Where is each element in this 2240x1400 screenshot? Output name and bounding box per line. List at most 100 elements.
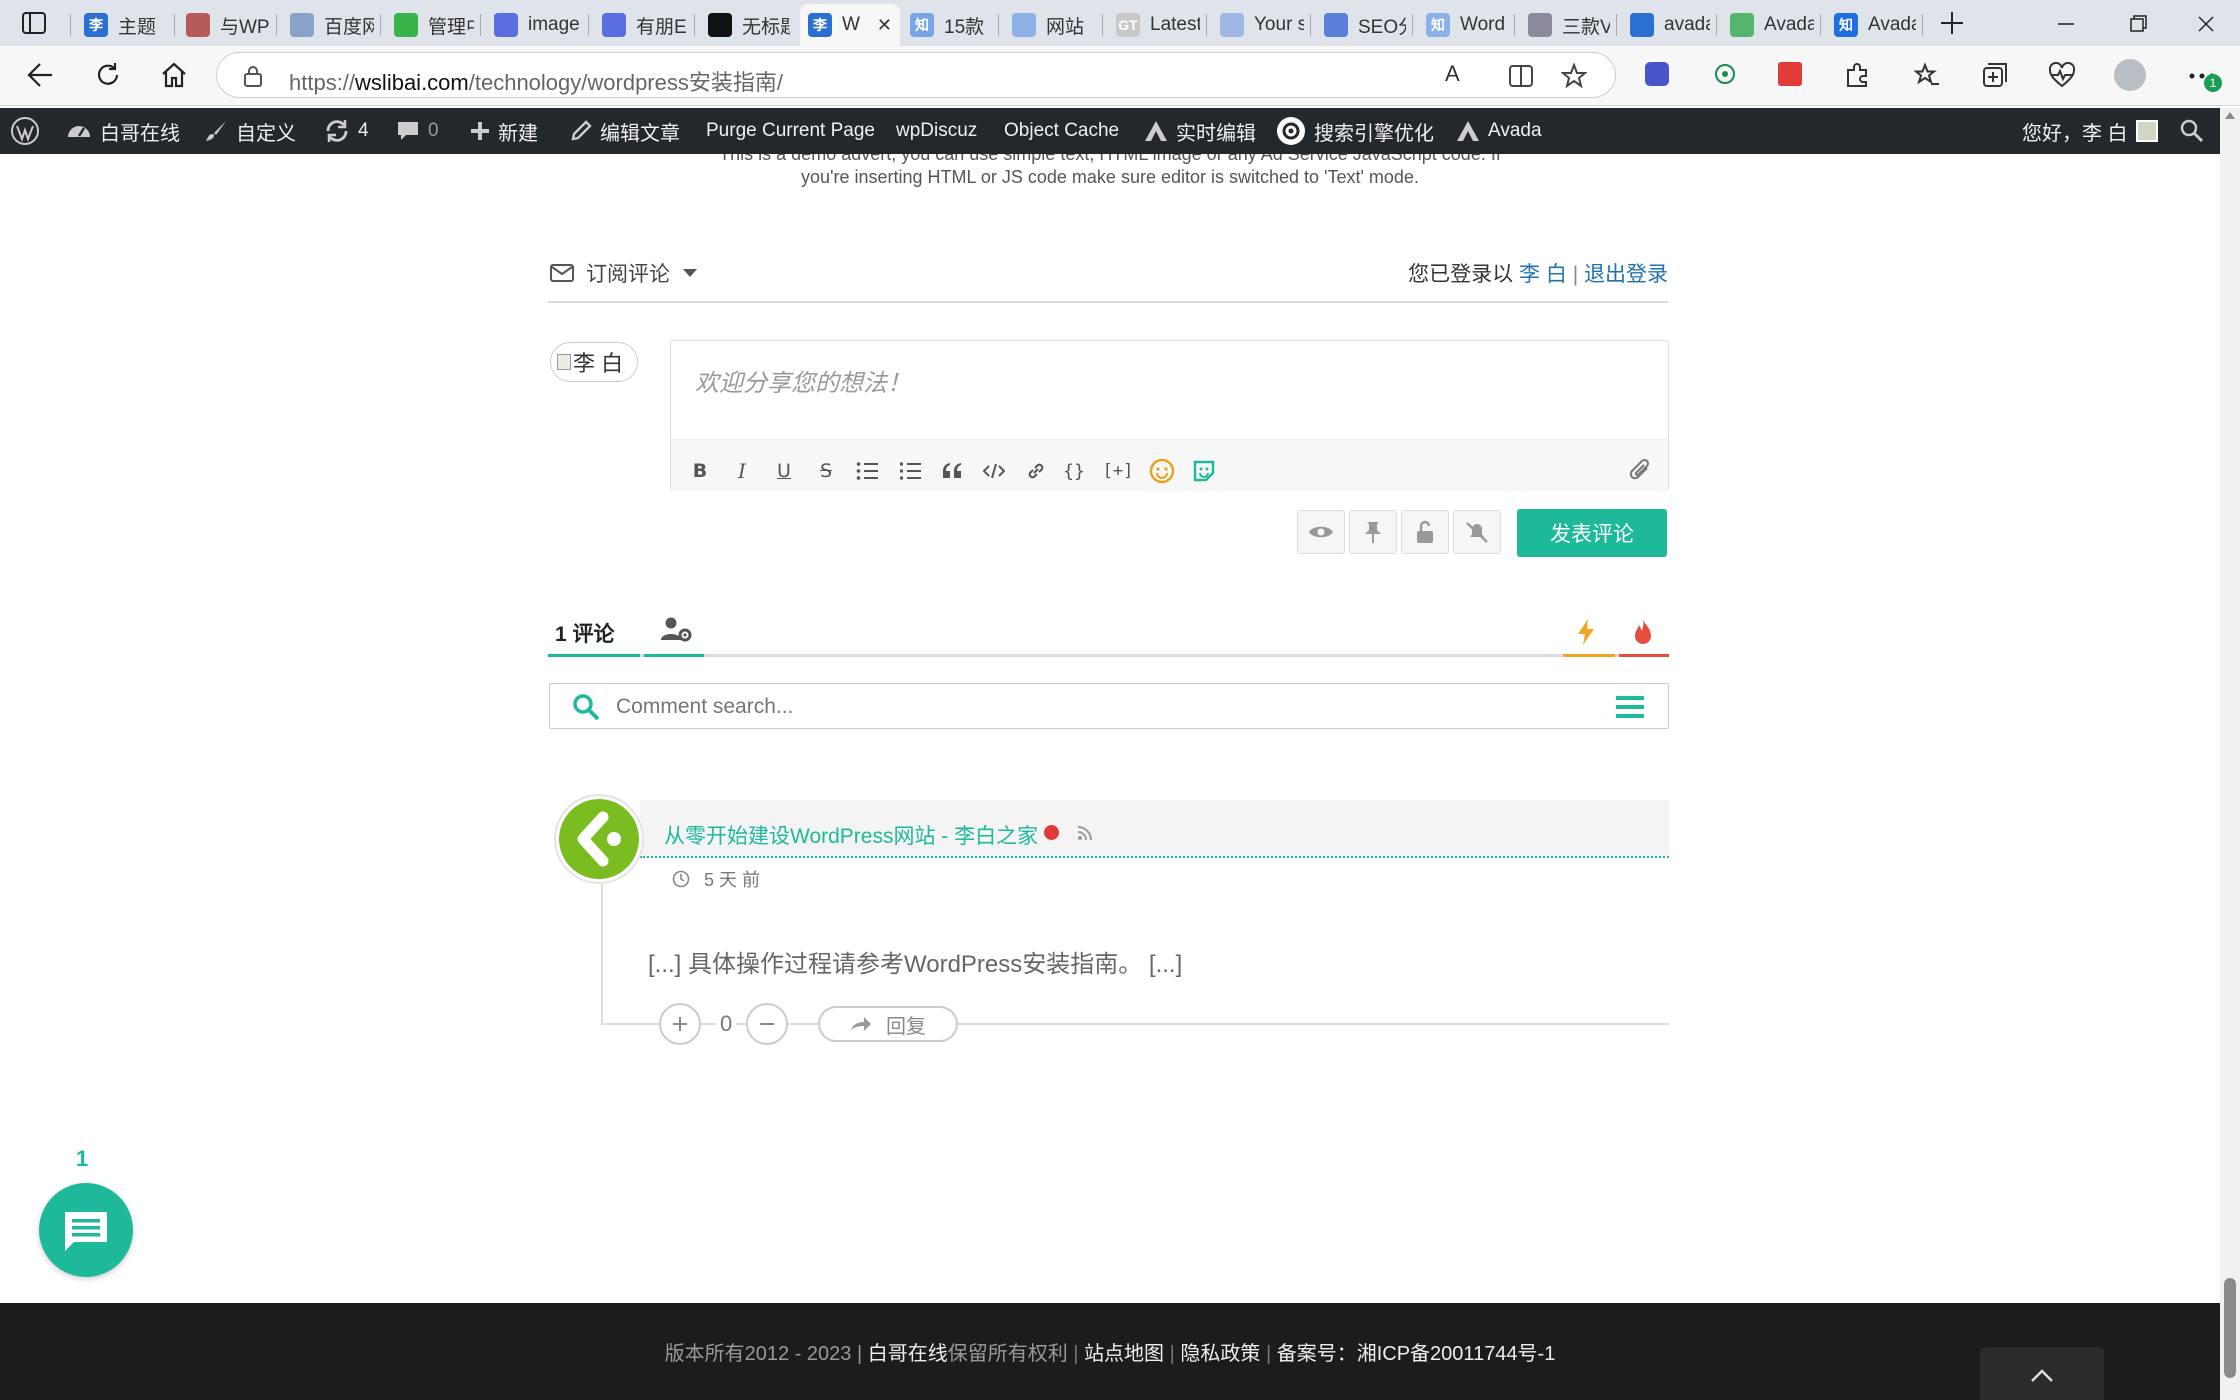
browser-tab[interactable]: 知 Word	[1418, 6, 1516, 44]
sticky-button[interactable]	[1349, 510, 1397, 554]
performance-icon[interactable]	[2048, 62, 2076, 88]
split-screen-icon[interactable]	[1509, 65, 1533, 87]
browser-tab[interactable]: 李 W ✕	[800, 4, 900, 46]
browser-tab[interactable]: 知 15款	[902, 6, 1000, 44]
comment-time[interactable]: 5 天 前	[672, 866, 760, 892]
favorite-star-icon[interactable]	[1561, 63, 1587, 89]
browser-tab[interactable]: SEO分	[1316, 6, 1414, 44]
attachment-icon[interactable]	[1628, 458, 1654, 484]
submit-comment-button[interactable]: 发表评论	[1517, 509, 1667, 557]
browser-tab[interactable]: 有朋E	[594, 6, 696, 44]
code-icon[interactable]	[981, 458, 1007, 484]
browser-tab[interactable]: 三款V	[1520, 6, 1618, 44]
settings-more-icon[interactable]: 1	[2188, 58, 2228, 94]
browser-tab[interactable]: GT Latest	[1108, 6, 1208, 44]
newest-sort-button[interactable]	[1576, 618, 1596, 646]
address-bar[interactable]: https://wslibai.com/technology/wordpress…	[216, 52, 1616, 98]
underline-button[interactable]: U	[771, 458, 797, 484]
comment-author-avatar[interactable]	[554, 794, 644, 884]
most-reacted-button[interactable]	[1632, 618, 1654, 646]
customize-menu[interactable]: 自定义	[204, 108, 296, 154]
close-window-icon[interactable]	[2194, 12, 2218, 36]
browser-tab[interactable]: 百度网	[282, 6, 382, 44]
italic-button[interactable]: I	[729, 458, 755, 484]
editor-placeholder[interactable]: 欢迎分享您的想法！	[695, 363, 911, 398]
blockquote-icon[interactable]	[939, 458, 965, 484]
back-to-top-button[interactable]	[1980, 1347, 2104, 1400]
emoji-icon[interactable]	[1149, 458, 1175, 484]
back-icon[interactable]	[26, 62, 54, 88]
read-aloud-icon[interactable]: A	[1445, 61, 1460, 87]
logout-link[interactable]: 退出登录	[1584, 263, 1668, 286]
footer-sitemap-link[interactable]: 站点地图	[1084, 1343, 1164, 1365]
sticker-icon[interactable]	[1191, 458, 1217, 484]
subscribe-dropdown[interactable]: 订阅评论	[550, 258, 698, 288]
lock-icon[interactable]	[243, 65, 263, 87]
rss-icon[interactable]	[1077, 825, 1093, 841]
extension-2-icon[interactable]	[1713, 62, 1737, 86]
close-thread-button[interactable]	[1401, 510, 1449, 554]
comment-bubble-button[interactable]	[39, 1183, 133, 1277]
link-icon[interactable]	[1023, 458, 1049, 484]
footer-site-link[interactable]: 白哥在线	[868, 1343, 948, 1365]
filter-menu-icon[interactable]	[1616, 695, 1644, 719]
strikethrough-button[interactable]: S	[813, 458, 839, 484]
restore-icon[interactable]	[2126, 12, 2150, 36]
page-scrollbar[interactable]	[2220, 108, 2240, 1400]
bold-button[interactable]: B	[687, 458, 713, 484]
browser-tab[interactable]: Your s	[1212, 6, 1312, 44]
collections-icon[interactable]	[1982, 62, 2008, 88]
wp-logo-menu[interactable]	[10, 108, 40, 154]
updates-menu[interactable]: 4	[324, 108, 369, 154]
comment-search-box[interactable]	[549, 683, 1669, 729]
profile-avatar[interactable]	[2114, 59, 2146, 91]
reload-icon[interactable]	[94, 61, 122, 89]
wpdiscuz-menu[interactable]: wpDiscuz	[896, 108, 977, 154]
browser-tab[interactable]: image	[486, 6, 590, 44]
minimize-icon[interactable]	[2054, 12, 2078, 36]
favorites-icon[interactable]	[1914, 62, 1940, 88]
object-cache-menu[interactable]: Object Cache	[1004, 108, 1119, 154]
new-content-menu[interactable]: 新建	[470, 108, 538, 154]
reply-button[interactable]: 回复	[818, 1006, 958, 1042]
extension-1-icon[interactable]	[1645, 62, 1669, 86]
seo-menu[interactable]: 搜索引擎优化	[1276, 108, 1434, 154]
browser-tab[interactable]: 管理中	[386, 6, 482, 44]
purge-menu[interactable]: Purge Current Page	[706, 108, 875, 154]
live-edit-menu[interactable]: 实时编辑	[1144, 108, 1256, 154]
edit-post-menu[interactable]: 编辑文章	[570, 108, 680, 154]
home-icon[interactable]	[160, 61, 188, 89]
vote-down-button[interactable]	[746, 1003, 788, 1045]
avada-menu[interactable]: Avada	[1456, 108, 1542, 154]
admin-search-icon[interactable]	[2180, 108, 2204, 154]
commenters-tab[interactable]	[660, 616, 694, 644]
notify-off-button[interactable]	[1453, 510, 1501, 554]
unordered-list-icon[interactable]	[897, 458, 923, 484]
comment-search-input[interactable]	[616, 692, 1516, 722]
browser-tab[interactable]: 知 Avada	[1826, 6, 1924, 44]
shortcode-icon[interactable]: [+]	[1102, 458, 1134, 484]
tab-actions-icon[interactable]	[22, 12, 46, 34]
site-name-menu[interactable]: 白哥在线	[66, 108, 180, 154]
scrollbar-up-arrow[interactable]	[2225, 112, 2235, 119]
comments-menu[interactable]: 0	[396, 108, 439, 154]
preview-button[interactable]	[1297, 510, 1345, 554]
ordered-list-icon[interactable]	[854, 458, 880, 484]
comment-count-tab[interactable]: 1 评论	[555, 618, 615, 648]
scrollbar-thumb[interactable]	[2224, 1278, 2236, 1378]
browser-tab[interactable]: 李主题	[76, 6, 176, 44]
extensions-puzzle-icon[interactable]	[1844, 62, 1870, 88]
my-account-menu[interactable]: 您好，李 白	[2022, 108, 2158, 154]
browser-tab[interactable]: 与WP	[178, 6, 278, 44]
footer-privacy-link[interactable]: 隐私政策	[1180, 1343, 1260, 1365]
close-tab-icon[interactable]: ✕	[877, 15, 892, 36]
footer-icp-link[interactable]: 湘ICP备20011744号-1	[1357, 1343, 1556, 1365]
vote-up-button[interactable]	[659, 1003, 701, 1045]
comment-author-link[interactable]: 从零开始建设WordPress网站 - 李白之家	[664, 820, 1093, 850]
browser-tab[interactable]: Avada	[1722, 6, 1822, 44]
new-tab-button[interactable]	[1937, 8, 1967, 38]
user-link[interactable]: 李 白	[1519, 263, 1567, 286]
browser-tab[interactable]: 网站	[1004, 6, 1104, 44]
extension-3-icon[interactable]	[1778, 62, 1802, 86]
browser-tab[interactable]: avada	[1622, 6, 1718, 44]
